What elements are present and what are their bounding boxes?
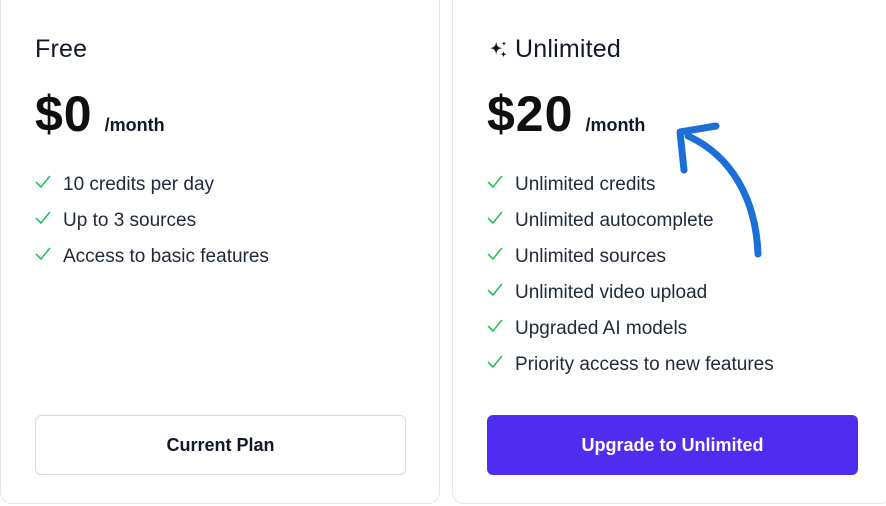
check-icon (487, 175, 503, 188)
feature-text: 10 credits per day (63, 174, 215, 195)
check-icon (487, 319, 503, 332)
feature-list-free: 10 credits per day Up to 3 sources Acces… (35, 167, 269, 275)
feature-text: Unlimited autocomplete (515, 210, 714, 231)
plan-card-free: Free $0 /month 10 credits per day Up to … (0, 0, 440, 504)
check-icon (35, 211, 51, 224)
feature-text: Unlimited video upload (515, 282, 708, 303)
check-icon (487, 355, 503, 368)
plan-card-unlimited: Unlimited $20 /month Unlimited credits U… (452, 0, 886, 504)
price-row-unlimited: $20 /month (487, 89, 645, 139)
feature-item: Unlimited credits (487, 167, 774, 203)
check-icon (35, 175, 51, 188)
check-icon (487, 283, 503, 296)
feature-item: Unlimited sources (487, 239, 774, 275)
feature-item: Access to basic features (35, 239, 269, 275)
check-icon (35, 247, 51, 260)
price-period: /month (585, 115, 646, 135)
price-amount: $20 (487, 86, 574, 142)
feature-item: Unlimited video upload (487, 275, 774, 311)
plan-title-free: Free (35, 37, 87, 62)
pricing-stage: Free $0 /month 10 credits per day Up to … (0, 0, 886, 506)
feature-text: Unlimited sources (515, 246, 666, 267)
upgrade-button[interactable]: Upgrade to Unlimited (487, 415, 858, 475)
plan-title-text: Unlimited (515, 35, 621, 63)
price-row-free: $0 /month (35, 89, 165, 139)
feature-item: Upgraded AI models (487, 311, 774, 347)
current-plan-button[interactable]: Current Plan (35, 415, 406, 475)
plan-title-text: Free (35, 35, 88, 63)
feature-text: Upgraded AI models (515, 318, 688, 339)
feature-text: Up to 3 sources (63, 210, 197, 231)
feature-item: Unlimited autocomplete (487, 203, 774, 239)
price-period: /month (104, 115, 165, 135)
feature-item: Priority access to new features (487, 347, 774, 383)
feature-item: Up to 3 sources (35, 203, 269, 239)
check-icon (487, 211, 503, 224)
feature-item: 10 credits per day (35, 167, 269, 203)
sparkle-icon (489, 40, 507, 58)
feature-text: Priority access to new features (515, 354, 774, 375)
feature-list-unlimited: Unlimited credits Unlimited autocomplete… (487, 167, 774, 383)
feature-text: Unlimited credits (515, 174, 656, 195)
feature-text: Access to basic features (63, 246, 269, 267)
check-icon (487, 247, 503, 260)
plan-title-unlimited: Unlimited (487, 37, 621, 62)
price-amount: $0 (35, 86, 93, 142)
